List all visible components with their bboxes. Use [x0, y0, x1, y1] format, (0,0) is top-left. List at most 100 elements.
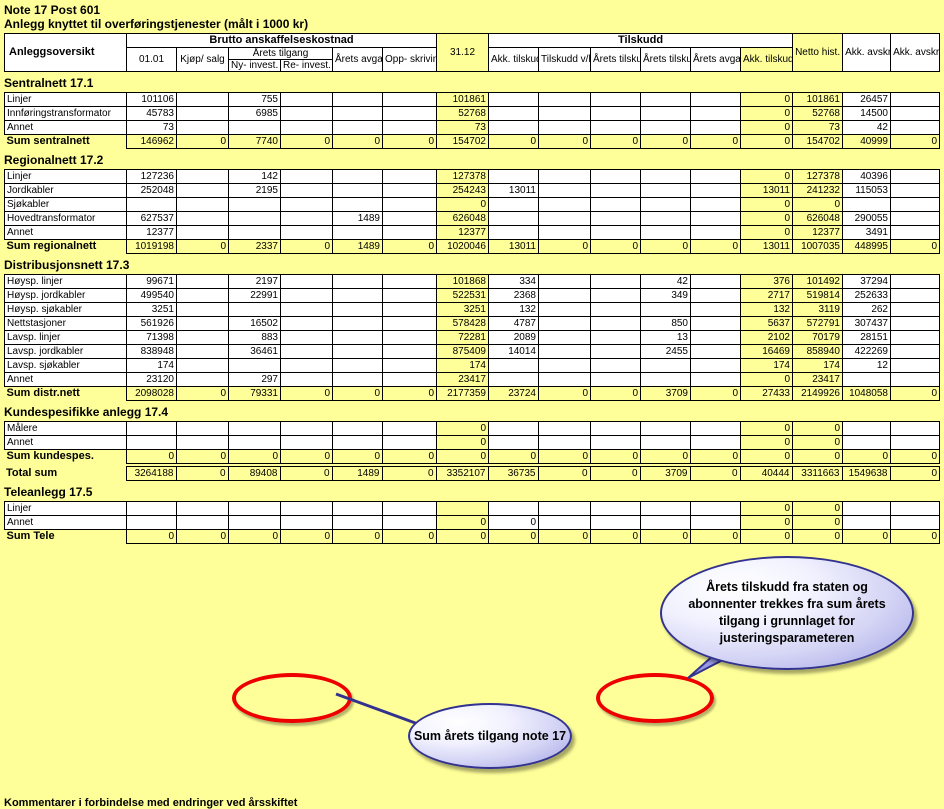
table-cell[interactable]: 883 — [228, 330, 281, 345]
table-cell[interactable] — [488, 92, 539, 107]
table-cell[interactable]: 0 — [590, 134, 641, 149]
table-cell[interactable]: 127236 — [126, 169, 177, 184]
table-cell[interactable]: 23724 — [488, 386, 539, 401]
table-cell[interactable] — [332, 421, 383, 436]
table-cell[interactable]: 0 — [590, 239, 641, 254]
table-cell[interactable]: 0 — [640, 449, 691, 464]
table-cell[interactable] — [640, 211, 691, 226]
table-cell[interactable]: 0 — [792, 197, 843, 212]
table-cell[interactable] — [280, 344, 333, 359]
table-cell[interactable] — [382, 515, 437, 530]
table-cell[interactable]: 850 — [640, 316, 691, 331]
table-cell[interactable]: 115053 — [842, 183, 891, 198]
table-cell[interactable] — [590, 183, 641, 198]
table-cell[interactable] — [890, 421, 940, 436]
table-cell[interactable] — [890, 183, 940, 198]
table-cell[interactable]: 0 — [792, 529, 843, 544]
table-cell[interactable] — [640, 183, 691, 198]
table-cell[interactable] — [640, 197, 691, 212]
table-cell[interactable] — [176, 197, 229, 212]
table-cell[interactable] — [382, 106, 437, 121]
table-cell[interactable]: 14500 — [842, 106, 891, 121]
table-cell[interactable]: 23417 — [436, 372, 489, 387]
table-cell[interactable]: 0 — [890, 134, 940, 149]
table-cell[interactable]: 36461 — [228, 344, 281, 359]
table-cell[interactable]: 2195 — [228, 183, 281, 198]
table-cell[interactable]: 132 — [740, 302, 793, 317]
table-cell[interactable]: 3311663 — [791, 466, 843, 481]
table-cell[interactable] — [640, 106, 691, 121]
table-cell[interactable]: 0 — [740, 106, 793, 121]
table-cell[interactable]: 0 — [590, 386, 641, 401]
table-cell[interactable]: 13011 — [740, 183, 793, 198]
table-cell[interactable] — [890, 372, 940, 387]
table-cell[interactable]: 0 — [690, 529, 741, 544]
table-cell[interactable] — [382, 344, 437, 359]
table-cell[interactable]: 578428 — [436, 316, 489, 331]
table-cell[interactable]: 174 — [740, 358, 793, 373]
table-cell[interactable]: 0 — [436, 515, 489, 530]
table-cell[interactable] — [176, 358, 229, 373]
table-cell[interactable]: 0 — [228, 449, 281, 464]
table-cell[interactable] — [488, 169, 539, 184]
table-cell[interactable]: 422269 — [842, 344, 891, 359]
table-cell[interactable]: 4787 — [488, 316, 539, 331]
table-cell[interactable] — [890, 302, 940, 317]
table-cell[interactable]: 0 — [842, 449, 891, 464]
table-cell[interactable] — [890, 435, 940, 450]
table-cell[interactable] — [890, 288, 940, 303]
table-cell[interactable]: 2368 — [488, 288, 539, 303]
table-cell[interactable]: 3352107 — [435, 466, 489, 481]
table-cell[interactable] — [590, 501, 641, 516]
table-cell[interactable] — [176, 274, 229, 289]
table-cell[interactable]: 349 — [640, 288, 691, 303]
table-cell[interactable]: 12 — [842, 358, 891, 373]
table-cell[interactable] — [176, 120, 229, 135]
table-cell[interactable] — [488, 435, 539, 450]
table-cell[interactable] — [890, 197, 940, 212]
table-cell[interactable] — [126, 435, 177, 450]
table-cell[interactable] — [640, 92, 691, 107]
table-cell[interactable] — [640, 501, 691, 516]
table-cell[interactable] — [890, 169, 940, 184]
table-cell[interactable]: 7740 — [228, 134, 281, 149]
table-cell[interactable] — [538, 211, 591, 226]
table-cell[interactable]: 3251 — [436, 302, 489, 317]
table-cell[interactable] — [590, 288, 641, 303]
table-cell[interactable] — [690, 344, 741, 359]
table-cell[interactable] — [280, 302, 333, 317]
table-cell[interactable]: 307437 — [842, 316, 891, 331]
table-cell[interactable] — [228, 120, 281, 135]
table-cell[interactable]: 0 — [436, 421, 489, 436]
table-cell[interactable] — [228, 515, 281, 530]
table-cell[interactable] — [890, 211, 940, 226]
table-cell[interactable] — [690, 106, 741, 121]
table-cell[interactable]: 13 — [640, 330, 691, 345]
table-cell[interactable] — [640, 302, 691, 317]
table-cell[interactable]: 290055 — [842, 211, 891, 226]
table-cell[interactable]: 5637 — [740, 316, 793, 331]
table-cell[interactable]: 101106 — [126, 92, 177, 107]
table-cell[interactable]: 71398 — [126, 330, 177, 345]
table-cell[interactable] — [590, 316, 641, 331]
table-cell[interactable]: 0 — [792, 501, 843, 516]
table-cell[interactable] — [280, 183, 333, 198]
table-cell[interactable]: 0 — [488, 529, 539, 544]
table-cell[interactable] — [332, 197, 383, 212]
table-cell[interactable] — [176, 330, 229, 345]
table-cell[interactable] — [488, 358, 539, 373]
table-cell[interactable] — [382, 358, 437, 373]
table-cell[interactable] — [280, 120, 333, 135]
table-cell[interactable]: 0 — [436, 197, 489, 212]
table-cell[interactable]: 0 — [280, 449, 333, 464]
table-cell[interactable] — [640, 358, 691, 373]
table-cell[interactable] — [842, 501, 891, 516]
table-cell[interactable]: 3709 — [640, 386, 691, 401]
table-cell[interactable] — [176, 421, 229, 436]
table-cell[interactable]: 23120 — [126, 372, 177, 387]
table-cell[interactable]: 174 — [126, 358, 177, 373]
table-cell[interactable]: 0 — [537, 466, 591, 481]
table-cell[interactable]: 13011 — [488, 239, 539, 254]
table-cell[interactable] — [488, 501, 539, 516]
table-cell[interactable] — [126, 197, 177, 212]
